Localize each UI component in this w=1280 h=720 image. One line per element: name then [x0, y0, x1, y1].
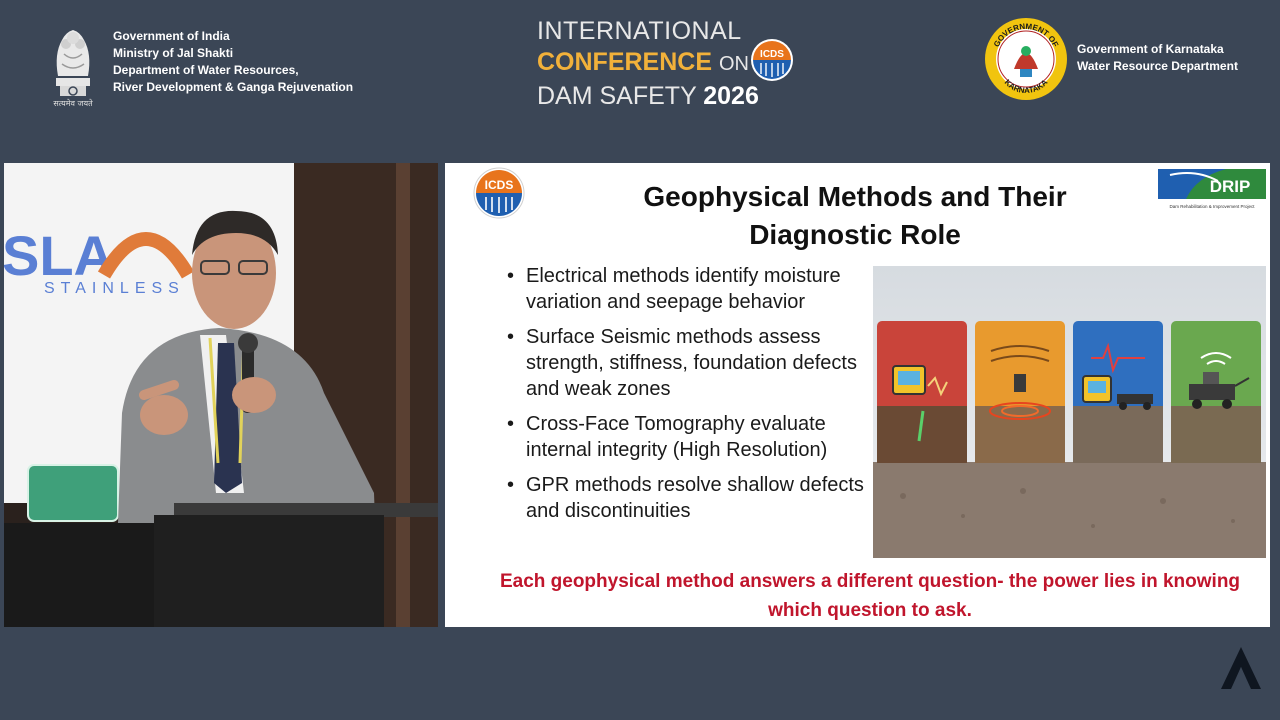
bullet-item: Cross-Face Tomography evaluate internal …	[507, 411, 867, 463]
drip-logo-icon: DRIP Dam Rehabilitation & Improvement Pr…	[1158, 169, 1266, 209]
geophysical-methods-illustration	[873, 266, 1266, 558]
backdrop-logo-text: SLA	[4, 224, 114, 287]
gov-karnataka-line: Water Resource Department	[1077, 59, 1238, 73]
conference-year: 2026	[703, 82, 759, 110]
conference-subject: DAM SAFETY	[537, 82, 697, 110]
drip-logo-text: DRIP	[1210, 177, 1251, 196]
gov-karnataka-text: Government of Karnataka Water Resource D…	[1077, 41, 1238, 75]
bullet-item: Electrical methods identify moisture var…	[507, 263, 867, 315]
method-bullet-list: Electrical methods identify moisture var…	[507, 263, 867, 533]
speaker-video[interactable]: SLA STAINLESS	[4, 163, 438, 627]
icds-logo-text: ICDS	[760, 49, 784, 60]
drip-sub-text: Dam Rehabilitation & Improvement Project	[1169, 204, 1255, 209]
slide-title-line: Diagnostic Role	[749, 219, 961, 250]
backdrop-sub-text: STAINLESS	[44, 280, 185, 297]
channel-logo-icon	[1221, 647, 1261, 689]
karnataka-seal-icon: GOVERNMENT OF KARNATAKA	[985, 18, 1067, 100]
slide-tagline: Each geophysical method answers a differ…	[499, 571, 1241, 621]
bullet-item: GPR methods resolve shallow defects and …	[507, 472, 867, 524]
speaker-video-frame: SLA STAINLESS	[4, 163, 438, 627]
presentation-slide: ICDS Geophysical Methods and Their Diagn…	[445, 163, 1270, 627]
slide-title-line: Geophysical Methods and Their	[643, 181, 1067, 212]
slide-title: Geophysical Methods and Their Diagnostic…	[565, 178, 1145, 254]
emblem-caption: सत्यमेव जयते	[53, 99, 93, 108]
conference-accent-word: CONFERENCE	[537, 48, 713, 76]
conference-on-word: ON	[718, 53, 749, 75]
bullet-item: Surface Seismic methods assess strength,…	[507, 324, 867, 402]
icds-logo-icon: ICDS	[473, 167, 525, 219]
gov-karnataka-line: Government of Karnataka	[1077, 42, 1224, 56]
conference-line-3: DAM SAFETY 2026	[537, 80, 807, 112]
gov-india-line: Department of Water Resources,	[113, 63, 299, 77]
icds-logo-icon: ICDS	[751, 39, 793, 81]
gov-india-line: Ministry of Jal Shakti	[113, 46, 234, 60]
icds-logo-text: ICDS	[485, 178, 514, 192]
gov-india-line: Government of India	[113, 29, 230, 43]
gov-india-text: Government of India Ministry of Jal Shak…	[113, 28, 353, 96]
national-emblem-icon	[56, 30, 90, 96]
gov-india-line: River Development & Ganga Rejuvenation	[113, 80, 354, 94]
conference-header: सत्यमेव जयते Government of India Ministr…	[0, 0, 1280, 120]
